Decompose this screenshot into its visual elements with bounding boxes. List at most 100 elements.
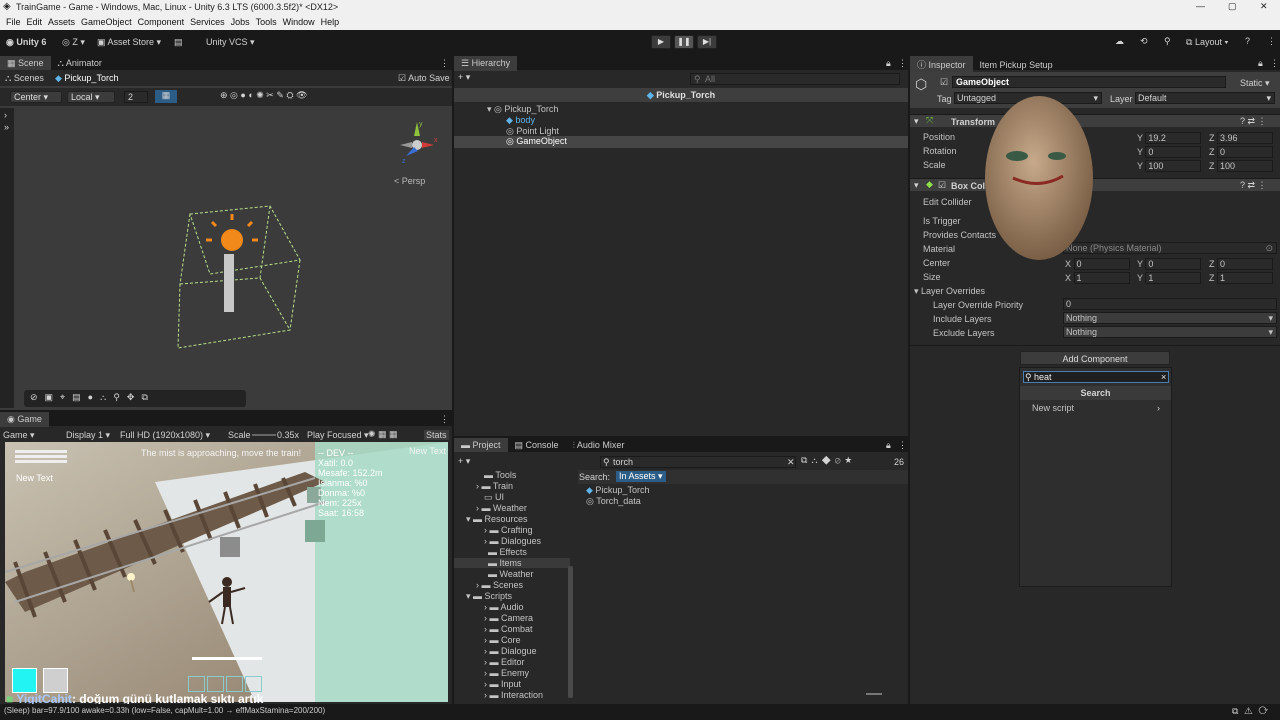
object-name-field[interactable]: GameObject xyxy=(952,76,1226,88)
tab-animator[interactable]: ⛬ Animator xyxy=(51,56,109,71)
status-icons[interactable]: ⧉⚠⟳ xyxy=(1232,706,1274,717)
panel-menu-icon[interactable]: ⋮ xyxy=(898,58,907,69)
folder-interaction[interactable]: › ▬ Interaction xyxy=(484,690,543,700)
menu-window[interactable]: Window xyxy=(283,17,315,27)
play-button[interactable]: ▶ xyxy=(651,35,671,49)
hierarchy-item-root[interactable]: ▾ ◎ Pickup_Torch xyxy=(487,104,558,115)
folder-editor[interactable]: › ▬ Editor xyxy=(484,657,525,667)
more-icon[interactable]: ⋮ xyxy=(1267,36,1276,47)
cloud-z-button[interactable]: ◎ Z ▾ xyxy=(62,37,85,48)
center-y[interactable]: Y 0 xyxy=(1137,258,1202,270)
folder-dialogue[interactable]: › ▬ Dialogue xyxy=(484,646,537,656)
folder-enemy[interactable]: › ▬ Enemy xyxy=(484,668,529,678)
menu-gameobject[interactable]: GameObject xyxy=(81,17,132,27)
folder-effects[interactable]: ▬ Effects xyxy=(488,547,527,557)
step-button[interactable]: ▶| xyxy=(697,35,717,49)
rotation-y[interactable]: Y 0 xyxy=(1137,146,1202,158)
pivot-dropdown[interactable]: Center ▾ xyxy=(10,91,62,103)
add-component-button[interactable]: Add Component xyxy=(1020,351,1170,365)
mute-icon[interactable]: ✺ ▦ ▦ xyxy=(368,429,398,440)
rotation-z[interactable]: Z 0 xyxy=(1209,146,1273,158)
foldout-icon[interactable]: ▾ xyxy=(914,116,919,127)
folder-dialogues[interactable]: › ▬ Dialogues xyxy=(484,536,541,546)
project-search[interactable]: ⚲ torch ✕ xyxy=(600,456,796,468)
folder-resources[interactable]: ▾ ▬ Resources xyxy=(466,514,528,525)
size-z[interactable]: Z 1 xyxy=(1209,272,1273,284)
transform-header[interactable]: ▾ ⤧ Transform ? ⇄ ⋮ xyxy=(910,114,1280,127)
vcs-button[interactable]: Unity VCS ▾ xyxy=(206,37,255,48)
box-collider-header[interactable]: ▾ ◆ ☑ Box Collid ? ⇄ ⋮ xyxy=(910,178,1280,191)
center-z[interactable]: Z 0 xyxy=(1209,258,1273,270)
panel-menu-icon[interactable]: ⋮ xyxy=(440,58,449,69)
folder-crafting[interactable]: › ▬ Crafting xyxy=(484,525,533,535)
persp-label[interactable]: < Persp xyxy=(394,176,425,186)
folder-ui[interactable]: ▭ UI xyxy=(484,492,504,503)
filter-icons[interactable]: ⧉⛬◆⊘★ xyxy=(801,455,856,466)
snap-field[interactable]: 2 xyxy=(124,91,148,103)
tab-audio-mixer[interactable]: ⫶ Audio Mixer xyxy=(566,438,632,453)
static-toggle[interactable]: Static ▾ xyxy=(1240,78,1270,89)
hierarchy-item-body[interactable]: ◆ body xyxy=(506,115,535,126)
folder-items[interactable]: ▬ Items xyxy=(454,558,570,568)
tab-hierarchy[interactable]: ☰ Hierarchy xyxy=(454,56,518,71)
menu-component[interactable]: Component xyxy=(138,17,185,27)
stats-button[interactable]: Stats xyxy=(424,430,449,440)
position-z[interactable]: Z 3.96 xyxy=(1209,132,1273,144)
active-checkbox[interactable]: ☑ xyxy=(940,77,948,88)
space-dropdown[interactable]: Local ▾ xyxy=(67,91,115,103)
auto-save-toggle[interactable]: ☑ Auto Save xyxy=(398,73,450,84)
tab-inspector[interactable]: ⓘ Inspector xyxy=(910,56,973,73)
asset-store-button[interactable]: ▣ Asset Store ▾ xyxy=(97,37,161,48)
lock-icon[interactable]: 🔒︎ xyxy=(886,440,891,451)
torch-object[interactable] xyxy=(170,204,310,354)
hotbar-slot-2[interactable] xyxy=(43,668,68,693)
menu-assets[interactable]: Assets xyxy=(48,17,75,27)
menu-services[interactable]: Services xyxy=(190,17,225,27)
edit-tools-icons[interactable]: ⊘▣⌖▤●⛬⚲✥⧉ xyxy=(30,392,155,403)
expand-icon[interactable]: › xyxy=(4,110,10,120)
game-mode-dropdown[interactable]: Game ▾ xyxy=(3,430,35,441)
lock-icon[interactable]: 🔒︎ xyxy=(1258,58,1263,69)
size-x[interactable]: X 1 xyxy=(1065,272,1130,284)
scale-z[interactable]: Z 100 xyxy=(1209,160,1273,172)
search-icon[interactable]: ⚲ xyxy=(1164,36,1171,47)
clear-icon[interactable]: × xyxy=(1161,372,1166,382)
double-chevron-icon[interactable]: » xyxy=(4,122,10,132)
folder-scripts[interactable]: ▾ ▬ Scripts xyxy=(466,591,512,602)
folder-tools[interactable]: ▬ Tools xyxy=(484,470,516,480)
history-icon[interactable]: ⟲ xyxy=(1140,36,1148,47)
result-pickup-torch[interactable]: ◆ Pickup_Torch xyxy=(586,485,649,496)
orientation-gizmo[interactable]: y x z xyxy=(394,118,440,165)
tab-game[interactable]: ◉ Game xyxy=(0,412,49,427)
include-layers-dropdown[interactable]: Nothing ▾ xyxy=(1063,312,1277,324)
new-script-item[interactable]: New script xyxy=(1032,403,1074,413)
folder-camera[interactable]: › ▬ Camera xyxy=(484,613,533,623)
component-icons[interactable]: ? ⇄ ⋮ xyxy=(1240,116,1267,127)
priority-field[interactable]: 0 xyxy=(1063,298,1277,310)
material-field[interactable]: None (Physics Material) ⊙ xyxy=(1063,242,1277,254)
game-viewport[interactable]: New Text The mist is approaching, move t… xyxy=(5,442,448,702)
tab-console[interactable]: ▤ Console xyxy=(508,438,566,453)
maximize-icon[interactable]: ▢ xyxy=(1228,1,1237,12)
panel-menu-icon[interactable]: ⋮ xyxy=(898,440,907,451)
grid-snap-icon[interactable]: ▦ xyxy=(155,90,177,103)
prefab-breadcrumb[interactable]: ◆ Pickup_Torch xyxy=(55,73,118,84)
menu-help[interactable]: Help xyxy=(321,17,340,27)
minimize-icon[interactable]: — xyxy=(1196,1,1205,11)
folder-audio[interactable]: › ▬ Audio xyxy=(484,602,524,612)
folder-weather-2[interactable]: ▬ Weather xyxy=(488,569,533,579)
lock-icon[interactable]: 🔒︎ xyxy=(886,58,891,69)
scale-y[interactable]: Y 100 xyxy=(1137,160,1202,172)
play-focused-dropdown[interactable]: Play Focused ▾ xyxy=(307,430,369,441)
object-picker-icon[interactable]: ⊙ xyxy=(1265,243,1273,254)
folder-input[interactable]: › ▬ Input xyxy=(484,679,521,689)
panel-menu-icon[interactable]: ⋮ xyxy=(440,414,449,425)
menu-jobs[interactable]: Jobs xyxy=(231,17,250,27)
create-button[interactable]: + ▾ xyxy=(458,456,470,467)
clear-icon[interactable]: ✕ xyxy=(787,457,795,468)
cloud-icon[interactable]: ☁ xyxy=(1115,36,1124,47)
panel-menu-icon[interactable]: ⋮ xyxy=(1270,58,1279,69)
scenes-breadcrumb[interactable]: ⛬ Scenes xyxy=(5,73,44,84)
layer-overrides-foldout[interactable]: ▾ Layer Overrides xyxy=(914,286,985,297)
zoom-slider[interactable] xyxy=(866,693,882,695)
